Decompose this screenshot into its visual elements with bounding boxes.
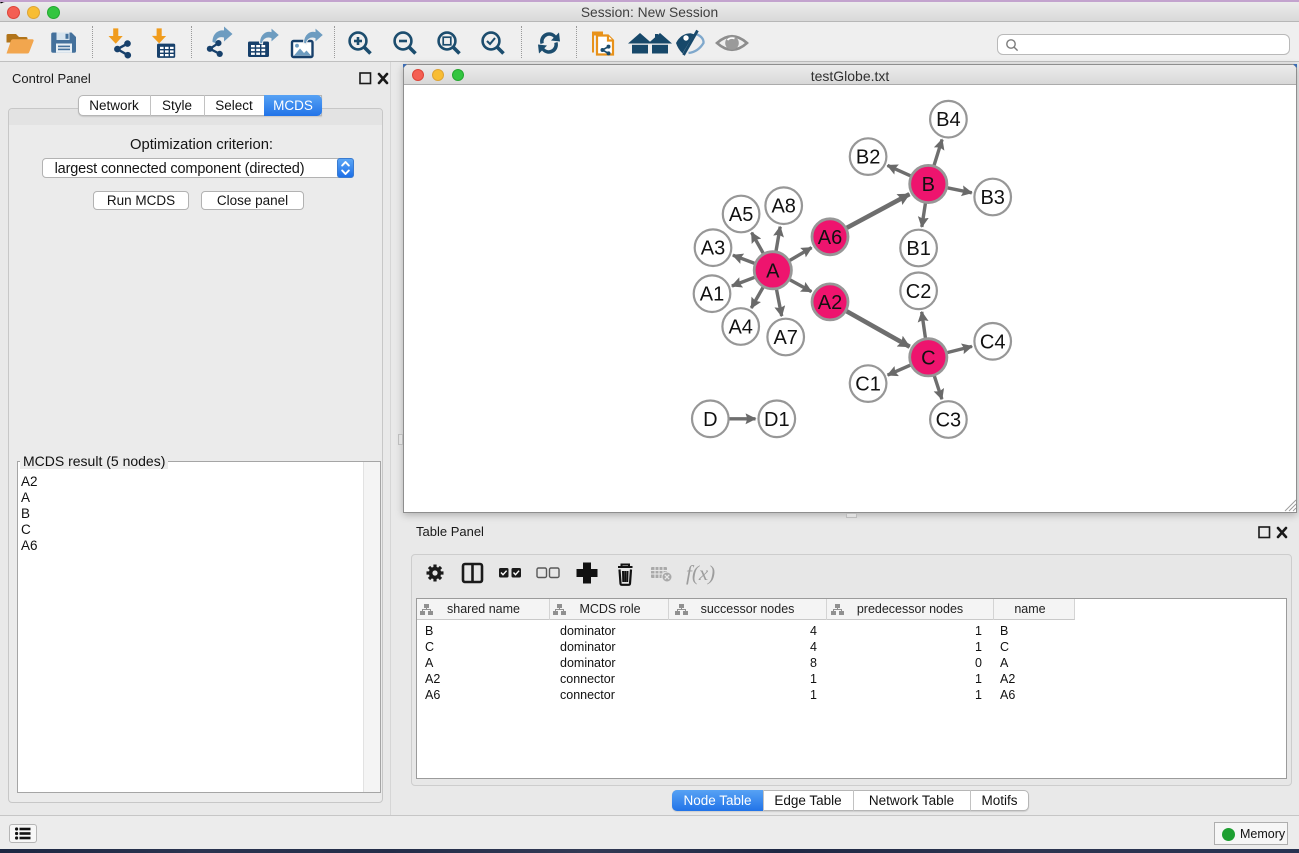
svg-text:D: D xyxy=(703,409,717,431)
svg-text:f(x): f(x) xyxy=(686,561,715,585)
svg-text:C3: C3 xyxy=(936,410,962,432)
svg-text:A5: A5 xyxy=(729,204,753,226)
svg-text:A2: A2 xyxy=(818,292,842,314)
svg-text:D1: D1 xyxy=(764,409,790,431)
svg-text:C1: C1 xyxy=(855,374,881,396)
svg-text:A4: A4 xyxy=(728,317,752,339)
svg-text:A8: A8 xyxy=(771,196,795,218)
svg-text:C: C xyxy=(921,347,935,369)
svg-text:B3: B3 xyxy=(980,187,1004,209)
svg-text:B: B xyxy=(922,174,935,196)
svg-text:A3: A3 xyxy=(701,238,725,260)
svg-text:A: A xyxy=(766,260,780,282)
svg-text:B4: B4 xyxy=(936,109,960,131)
svg-text:A6: A6 xyxy=(818,227,842,249)
svg-text:C4: C4 xyxy=(980,331,1006,353)
svg-text:B1: B1 xyxy=(906,238,930,260)
svg-text:A7: A7 xyxy=(773,327,797,349)
svg-text:A1: A1 xyxy=(700,284,724,306)
svg-text:C2: C2 xyxy=(906,281,932,303)
svg-text:B2: B2 xyxy=(856,147,880,169)
